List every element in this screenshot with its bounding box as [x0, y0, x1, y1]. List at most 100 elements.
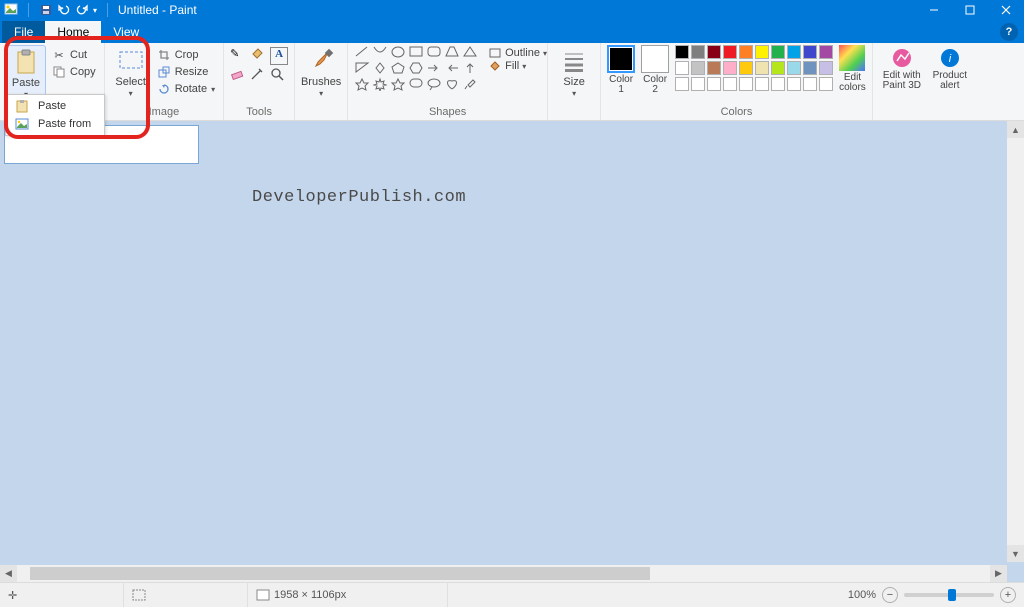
- maximize-button[interactable]: [952, 0, 988, 20]
- copy-button[interactable]: Copy: [50, 64, 98, 80]
- menu-item-paste-from[interactable]: Paste from: [6, 115, 104, 133]
- color-swatch[interactable]: [787, 61, 801, 75]
- resize-icon: [157, 65, 171, 79]
- group-size: Size▾ .: [548, 43, 601, 120]
- color-swatch[interactable]: [787, 77, 801, 91]
- color-swatch[interactable]: [819, 77, 833, 91]
- color-swatch[interactable]: [803, 77, 817, 91]
- canvas-size-icon: [256, 589, 270, 601]
- color-palette[interactable]: [675, 45, 833, 91]
- watermark-text: DeveloperPublish.com: [252, 188, 466, 207]
- shapes-gallery[interactable]: [354, 45, 478, 91]
- status-bar: ✛ 1958 × 1106px 100% − +: [0, 582, 1024, 607]
- tab-view[interactable]: View: [101, 21, 151, 43]
- color-swatch[interactable]: [675, 45, 689, 59]
- group-image: Select▾ Crop Resize Rotate ▾ Image: [105, 43, 224, 120]
- pencil-tool[interactable]: ✎: [230, 47, 248, 65]
- color-swatch[interactable]: [771, 45, 785, 59]
- save-icon[interactable]: [39, 3, 53, 17]
- group-shapes: Outline ▾ Fill ▾ Shapes: [348, 43, 548, 120]
- rotate-button[interactable]: Rotate ▾: [155, 81, 217, 97]
- scroll-up-icon[interactable]: ▲: [1007, 121, 1024, 138]
- info-icon: i: [939, 47, 961, 69]
- status-canvas-size: 1958 × 1106px: [248, 583, 448, 607]
- color-swatch[interactable]: [755, 77, 769, 91]
- selection-size-icon: [132, 589, 146, 601]
- color-swatch[interactable]: [739, 61, 753, 75]
- size-icon: [560, 47, 588, 75]
- color-swatch[interactable]: [755, 61, 769, 75]
- paint3d-button[interactable]: Edit with Paint 3D: [879, 47, 925, 91]
- close-button[interactable]: [988, 0, 1024, 20]
- group-brushes: Brushes▾ .: [295, 43, 348, 120]
- canvas-area: DeveloperPublish.com ▲ ▼ ◀ ▶: [0, 121, 1024, 582]
- color-swatch[interactable]: [707, 45, 721, 59]
- tab-home[interactable]: Home: [45, 21, 101, 43]
- group-label-colors: Colors: [607, 105, 866, 120]
- color-swatch[interactable]: [691, 61, 705, 75]
- magnifier-tool[interactable]: [270, 67, 288, 85]
- window-title: Untitled - Paint: [118, 3, 197, 17]
- scroll-down-icon[interactable]: ▼: [1007, 545, 1024, 562]
- color-swatch[interactable]: [803, 61, 817, 75]
- status-selection-size: [124, 583, 248, 607]
- help-button[interactable]: ?: [1000, 23, 1018, 41]
- brushes-button[interactable]: Brushes▾: [301, 45, 341, 99]
- resize-button[interactable]: Resize: [155, 64, 217, 80]
- tab-file[interactable]: File: [2, 21, 45, 43]
- outline-button[interactable]: Outline ▾: [488, 47, 547, 59]
- scroll-thumb[interactable]: [30, 567, 650, 580]
- edit-colors-button[interactable]: Edit colors: [839, 45, 866, 93]
- paste-dropdown-menu: Paste Paste from: [5, 94, 105, 136]
- color-swatch[interactable]: [819, 61, 833, 75]
- color-swatch[interactable]: [691, 77, 705, 91]
- color-swatch[interactable]: [787, 45, 801, 59]
- paste-label: Paste: [12, 78, 40, 89]
- zoom-out-button[interactable]: −: [882, 587, 898, 603]
- color-swatch[interactable]: [707, 61, 721, 75]
- eraser-tool[interactable]: [230, 67, 248, 85]
- picker-tool[interactable]: [250, 67, 268, 85]
- scroll-left-icon[interactable]: ◀: [0, 565, 17, 582]
- color-swatch[interactable]: [723, 61, 737, 75]
- redo-icon[interactable]: [75, 3, 89, 17]
- color-swatch[interactable]: [691, 45, 705, 59]
- color-swatch[interactable]: [675, 61, 689, 75]
- cut-button[interactable]: ✂Cut: [50, 47, 98, 63]
- vertical-scrollbar[interactable]: ▲ ▼: [1007, 121, 1024, 562]
- fill-button[interactable]: Fill ▾: [488, 60, 547, 72]
- color-swatch[interactable]: [771, 61, 785, 75]
- select-button[interactable]: Select▾: [111, 45, 151, 99]
- color-swatch[interactable]: [771, 77, 785, 91]
- color-swatch[interactable]: [755, 45, 769, 59]
- zoom-slider[interactable]: [904, 593, 994, 597]
- crop-button[interactable]: Crop: [155, 47, 217, 63]
- color-swatch[interactable]: [803, 45, 817, 59]
- color-swatch[interactable]: [723, 77, 737, 91]
- fill-tool[interactable]: [250, 47, 268, 65]
- color-swatch[interactable]: [739, 77, 753, 91]
- paste-button[interactable]: Paste▾: [6, 45, 46, 101]
- menu-item-paste[interactable]: Paste: [6, 97, 104, 115]
- product-alert-button[interactable]: i Product alert: [927, 47, 973, 91]
- undo-icon[interactable]: [57, 3, 71, 17]
- color1-button[interactable]: Color 1: [607, 45, 635, 95]
- select-icon: [117, 47, 145, 75]
- color-swatch[interactable]: [707, 77, 721, 91]
- color2-button[interactable]: Color 2: [641, 45, 669, 95]
- zoom-in-button[interactable]: +: [1000, 587, 1016, 603]
- horizontal-scrollbar[interactable]: ◀ ▶: [0, 565, 1007, 582]
- color-swatch[interactable]: [819, 45, 833, 59]
- color-swatch[interactable]: [739, 45, 753, 59]
- status-cursor-pos: ✛: [0, 583, 124, 607]
- color-swatch[interactable]: [675, 77, 689, 91]
- scroll-right-icon[interactable]: ▶: [990, 565, 1007, 582]
- copy-icon: [52, 65, 66, 79]
- cursor-icon: ✛: [8, 589, 17, 602]
- text-tool[interactable]: A: [270, 47, 288, 65]
- group-label-tools: Tools: [230, 105, 288, 120]
- color-swatch[interactable]: [723, 45, 737, 59]
- zoom-value: 100%: [848, 589, 876, 601]
- size-button[interactable]: Size▾: [554, 45, 594, 99]
- minimize-button[interactable]: [916, 0, 952, 20]
